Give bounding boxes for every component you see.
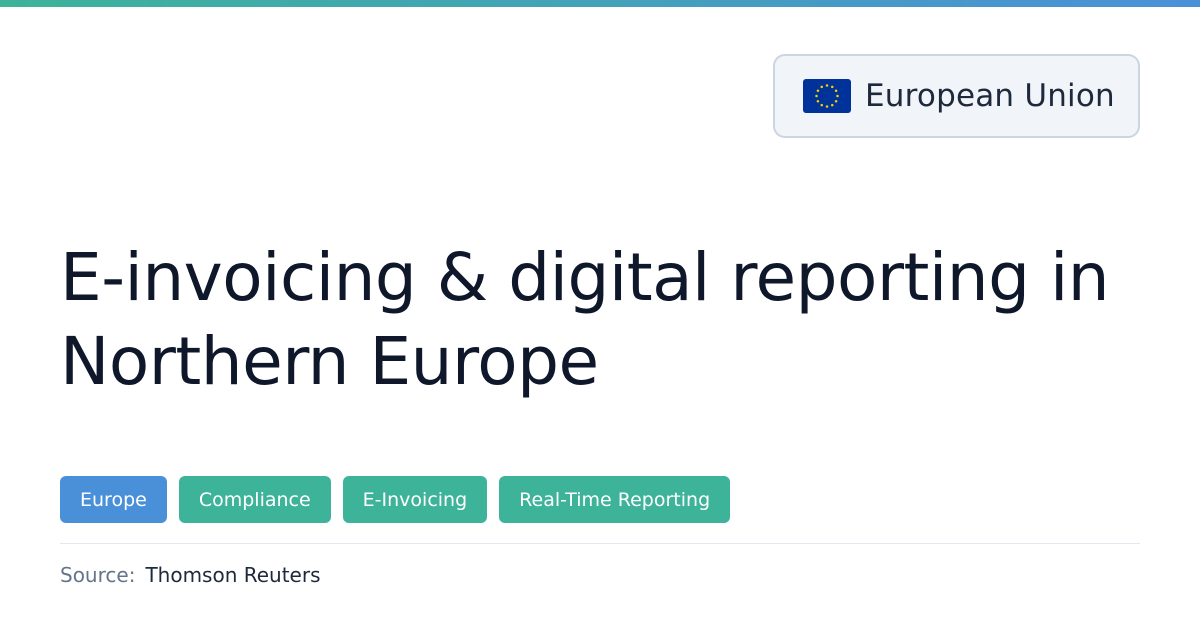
region-badge: European Union (773, 54, 1140, 138)
source-label: Source: (60, 563, 136, 587)
page-title: E-invoicing & digital reporting in North… (60, 236, 1160, 404)
eu-flag-icon (803, 79, 851, 113)
flag-star (816, 100, 820, 103)
region-name: European Union (865, 78, 1115, 114)
flag-star (820, 85, 823, 89)
flag-star (834, 89, 838, 92)
title-line-2: Northern Europe (60, 323, 599, 400)
tag-e-invoicing[interactable]: E-Invoicing (342, 476, 488, 523)
flag-star (825, 105, 829, 108)
tag-real-time-reporting[interactable]: Real-Time Reporting (499, 476, 731, 523)
source-value: Thomson Reuters (145, 563, 321, 587)
flag-star (820, 103, 823, 107)
source-line: Source: Thomson Reuters (60, 563, 321, 587)
flag-star (831, 103, 834, 107)
title-line-1: E-invoicing & digital reporting in (60, 239, 1110, 316)
tag-europe[interactable]: Europe (60, 476, 167, 523)
flag-star (816, 89, 820, 92)
accent-bar (0, 0, 1200, 7)
flag-star (831, 85, 834, 89)
flag-star (815, 94, 818, 98)
tag-list: Europe Compliance E-Invoicing Real-Time … (60, 476, 731, 523)
share-card: European Union E-invoicing & digital rep… (0, 0, 1200, 630)
tag-compliance[interactable]: Compliance (178, 476, 331, 523)
flag-star (836, 94, 839, 98)
flag-star (834, 100, 838, 103)
divider (60, 543, 1140, 544)
flag-star (825, 84, 829, 87)
